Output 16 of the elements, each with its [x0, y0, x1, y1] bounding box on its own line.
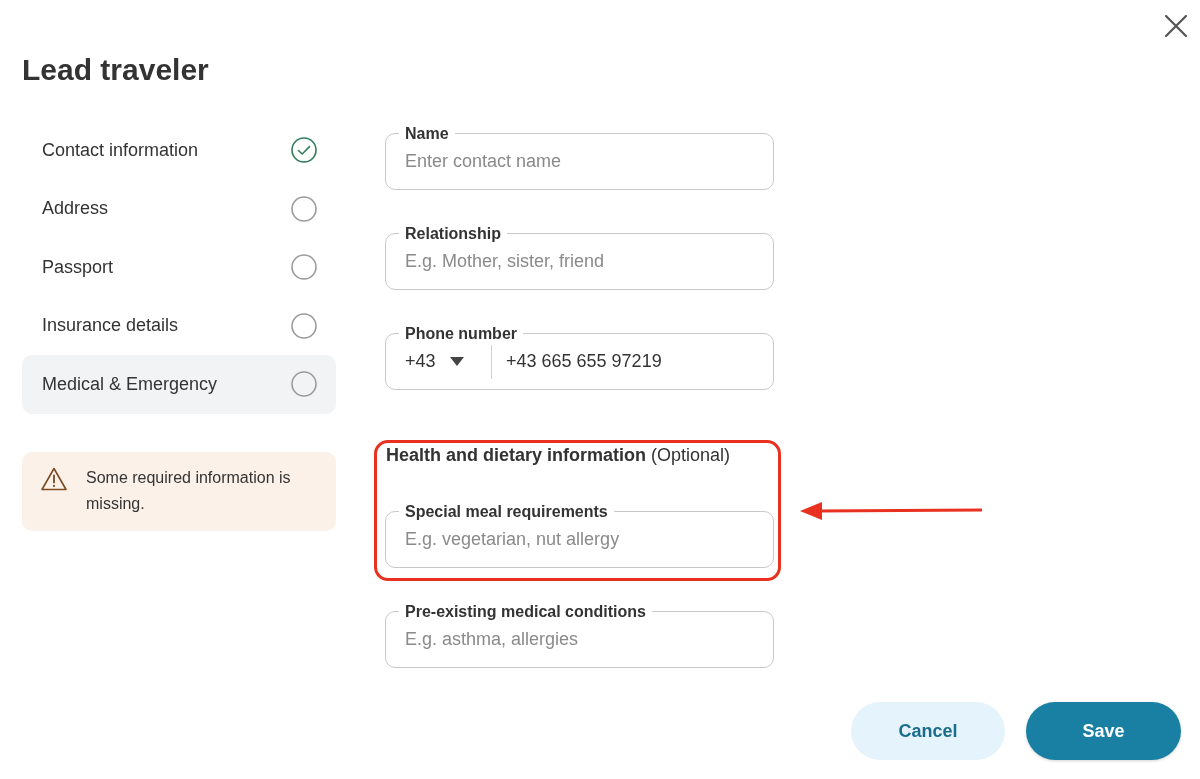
caret-icon: [449, 357, 464, 366]
sidebar-item[interactable]: Contact information: [22, 121, 336, 180]
dialog-title: Lead traveler: [22, 52, 209, 88]
sidebar-item[interactable]: Address: [22, 179, 336, 238]
save-button[interactable]: Save: [1026, 702, 1181, 760]
sidebar-item[interactable]: Insurance details: [22, 296, 336, 355]
cancel-button[interactable]: Cancel: [851, 702, 1005, 760]
phone-number-input[interactable]: +43 665 655 97219: [506, 342, 754, 381]
section-heading: Health and dietary information (Optional): [386, 444, 732, 466]
close-button[interactable]: [1165, 15, 1187, 37]
warning-icon: [41, 467, 67, 491]
sidebar-item[interactable]: Passport: [22, 238, 336, 297]
close-icon: [1165, 15, 1187, 37]
alert-message: Some required information is missing.: [86, 468, 292, 514]
country-code-dropdown[interactable]: +43: [405, 344, 491, 379]
sidebar-item[interactable]: Medical & Emergency: [22, 355, 336, 414]
